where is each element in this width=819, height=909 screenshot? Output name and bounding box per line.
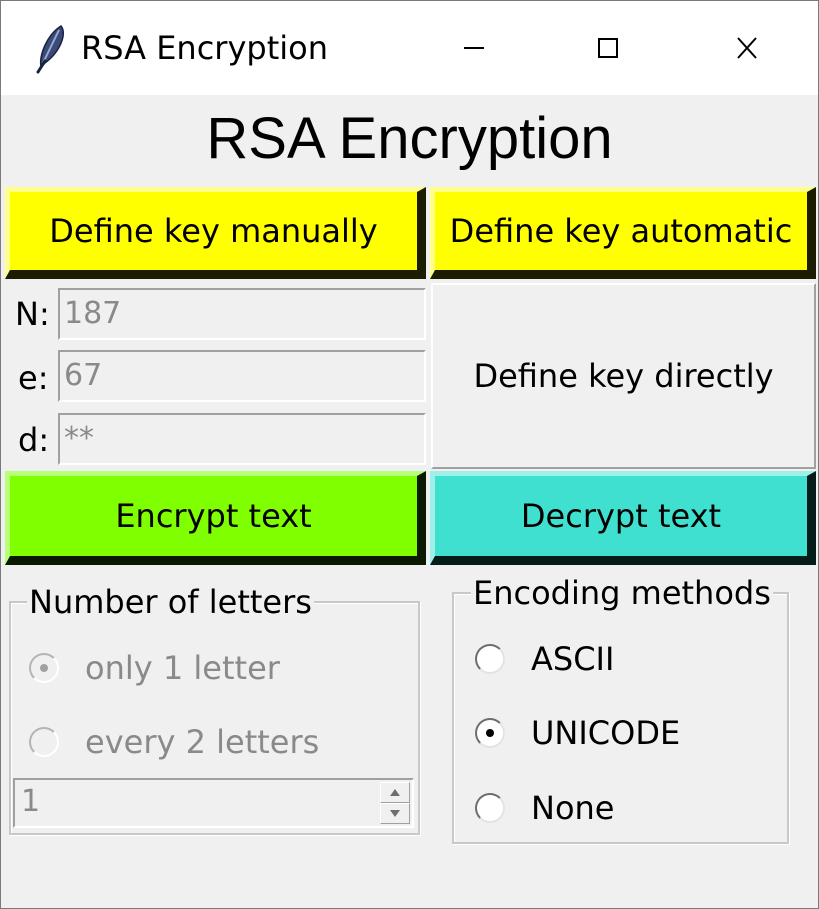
radio-label: None [531, 789, 615, 827]
radio-circle [29, 653, 59, 683]
spinbox-value: 1 [21, 784, 41, 819]
spin-down-button[interactable] [380, 803, 410, 824]
feather-icon [31, 23, 71, 75]
decrypt-text-button[interactable]: Decrypt text [430, 471, 816, 565]
radio-every-2-letters[interactable]: every 2 letters [29, 723, 319, 761]
radio-label: only 1 letter [85, 649, 280, 687]
app-window: RSA Encryption RSA Encryption Define key… [0, 0, 819, 909]
radio-label: UNICODE [531, 714, 681, 752]
spinbox-arrows [380, 782, 410, 824]
radio-label: ASCII [531, 640, 615, 678]
n-field[interactable]: 187 [58, 288, 426, 340]
define-key-directly-button[interactable]: Define key directly [431, 283, 816, 469]
e-field[interactable]: 67 [58, 350, 426, 402]
radio-ascii[interactable]: ASCII [475, 640, 614, 678]
minimize-button[interactable] [404, 1, 542, 95]
up-arrow-icon [390, 789, 400, 796]
encrypt-text-button[interactable]: Encrypt text [5, 471, 426, 565]
radio-circle [475, 793, 505, 823]
close-icon [737, 37, 757, 59]
radio-only-1-letter[interactable]: only 1 letter [29, 649, 280, 687]
page-title: RSA Encryption [206, 106, 613, 171]
radio-circle [475, 718, 505, 748]
close-button[interactable] [680, 1, 818, 95]
radio-circle [29, 727, 59, 757]
number-of-letters-legend: Number of letters [27, 583, 314, 621]
radio-unicode[interactable]: UNICODE [475, 714, 680, 752]
spin-up-button[interactable] [380, 782, 410, 803]
d-field[interactable]: ** [58, 413, 426, 465]
down-arrow-icon [390, 810, 400, 817]
e-label: e: [18, 359, 49, 397]
define-key-automatic-button[interactable]: Define key automatic [430, 187, 816, 279]
radio-selected-dot [486, 729, 494, 737]
minimize-icon [464, 47, 484, 49]
title-bar[interactable]: RSA Encryption [1, 1, 818, 95]
radio-none[interactable]: None [475, 789, 614, 827]
n-label: N: [15, 295, 50, 333]
radio-label: every 2 letters [85, 723, 320, 761]
d-label: d: [18, 421, 50, 459]
radio-selected-dot [40, 664, 48, 672]
window-title: RSA Encryption [81, 29, 328, 67]
maximize-button[interactable] [542, 1, 680, 95]
encoding-methods-legend: Encoding methods [471, 574, 773, 612]
maximize-icon [598, 38, 618, 58]
define-key-manually-button[interactable]: Define key manually [5, 187, 426, 279]
radio-circle [475, 644, 505, 674]
letters-spinbox[interactable]: 1 [13, 778, 414, 828]
